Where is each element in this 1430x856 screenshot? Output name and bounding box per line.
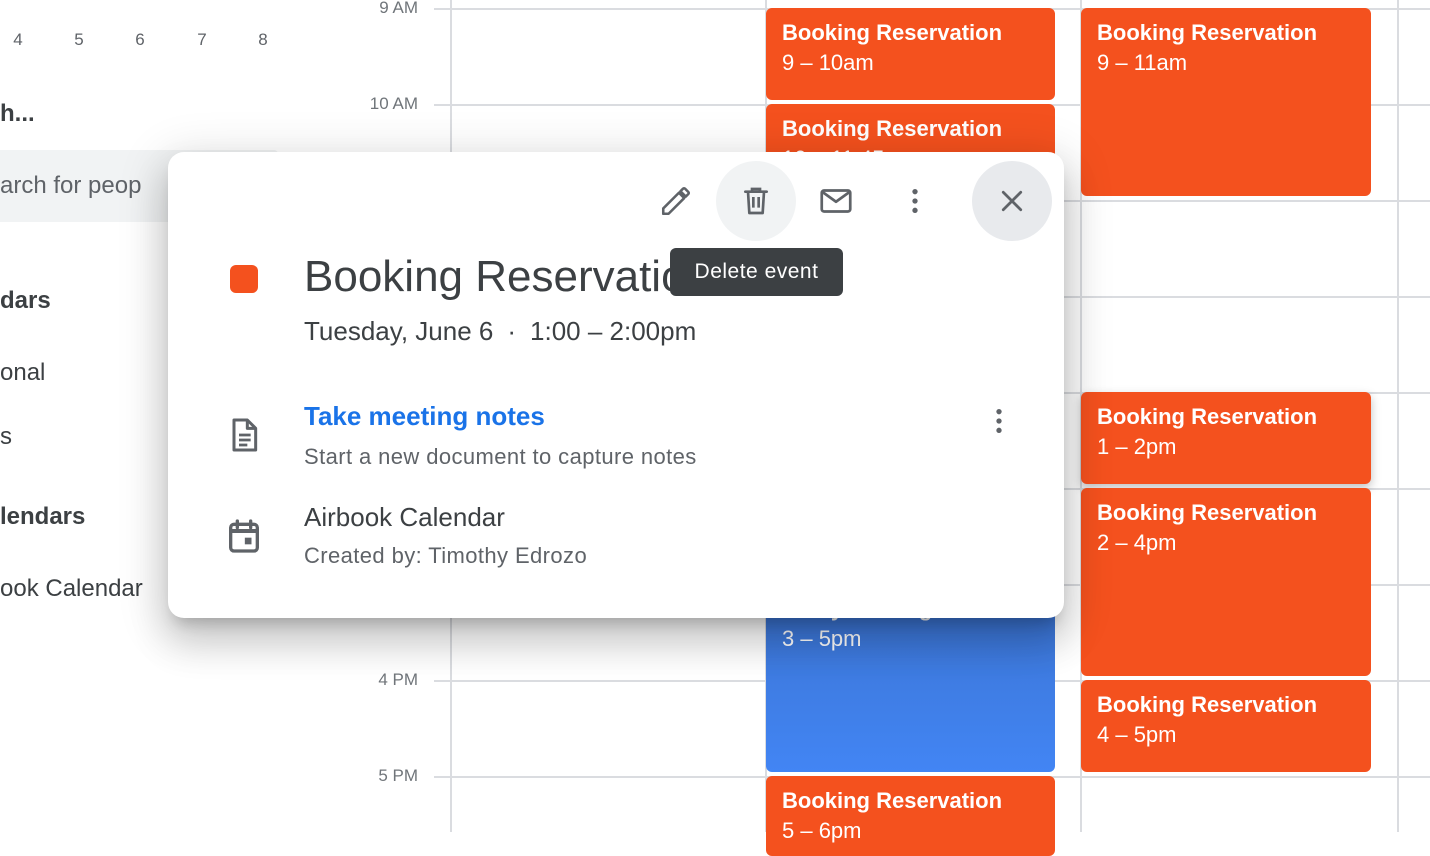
- event-title: Booking Reservation: [782, 788, 1003, 813]
- event-time-range: 1:00 – 2:00pm: [530, 316, 697, 346]
- edit-icon: [661, 186, 691, 216]
- other-calendars-heading[interactable]: lendars: [0, 503, 85, 531]
- my-calendars-heading[interactable]: dars: [0, 287, 51, 315]
- close-popup-button[interactable]: [972, 161, 1052, 241]
- time-label-5pm: 5 PM: [378, 766, 418, 785]
- event-title: Booking Reservation: [1097, 404, 1318, 429]
- mini-calendar-day[interactable]: 4: [6, 30, 30, 50]
- calendar-item-tasks[interactable]: s: [0, 423, 12, 451]
- day-column-divider: [1397, 0, 1399, 832]
- event-booking-reservation[interactable]: Booking Reservation 4 – 5pm: [1081, 680, 1371, 772]
- email-guests-button[interactable]: [796, 161, 876, 241]
- event-title: Booking Reservation: [1097, 692, 1318, 717]
- event-time: 5 – 6pm: [782, 818, 862, 843]
- event-booking-reservation-selected[interactable]: Booking Reservation 1 – 2pm: [1081, 392, 1371, 484]
- event-color-swatch: [230, 265, 258, 293]
- event-booking-reservation[interactable]: Booking Reservation 9 – 10am: [766, 8, 1055, 100]
- mini-calendar-day[interactable]: 6: [128, 30, 152, 50]
- event-title: Booking Reservation: [782, 116, 1003, 141]
- event-title: Booking Reservation: [1097, 20, 1318, 45]
- edit-event-button[interactable]: [636, 161, 716, 241]
- event-time: 4 – 5pm: [1097, 722, 1177, 747]
- notes-more-options-button[interactable]: [959, 381, 1039, 461]
- event-booking-reservation[interactable]: Booking Reservation 9 – 11am: [1081, 8, 1371, 196]
- mini-calendar-week-row: 4 5 6 7 8: [0, 30, 290, 54]
- event-booking-reservation[interactable]: Booking Reservation 2 – 4pm: [1081, 488, 1371, 676]
- time-label-4pm: 4 PM: [378, 670, 418, 689]
- calendar-item-airbook[interactable]: ook Calendar: [0, 575, 143, 603]
- event-creator: Created by: Timothy Edrozo: [304, 543, 588, 568]
- more-options-icon: [912, 189, 918, 213]
- more-options-button[interactable]: [875, 161, 955, 241]
- event-time: 2 – 4pm: [1097, 530, 1177, 555]
- meeting-notes-description: Start a new document to capture notes: [304, 444, 697, 469]
- event-date: Tuesday, June 6: [304, 316, 494, 346]
- event-time: 9 – 11am: [1097, 50, 1188, 75]
- close-icon: [1001, 190, 1023, 212]
- event-title-heading: Booking Reservation: [304, 252, 674, 301]
- meet-with-heading: h...: [0, 100, 35, 127]
- delete-icon: [744, 187, 768, 215]
- event-time: 3 – 5pm: [782, 626, 862, 651]
- event-details-popup: Booking Reservation Tuesday, June 6 · 1:00…: [168, 152, 1064, 618]
- calendar-item-personal[interactable]: onal: [0, 359, 45, 387]
- document-icon: [232, 418, 258, 452]
- mini-calendar-day[interactable]: 8: [251, 30, 275, 50]
- event-title: Booking Reservation: [782, 20, 1003, 45]
- time-label-9am: 9 AM: [379, 0, 418, 17]
- delete-event-tooltip: Delete event: [670, 248, 843, 296]
- date-time-separator: ·: [507, 316, 517, 346]
- calendar-icon: [229, 519, 259, 553]
- email-icon: [820, 189, 852, 213]
- delete-event-button[interactable]: [716, 161, 796, 241]
- take-meeting-notes-link[interactable]: Take meeting notes: [304, 401, 545, 432]
- event-date-time: Tuesday, June 6 · 1:00 – 2:00pm: [304, 316, 696, 347]
- event-time: 1 – 2pm: [1097, 434, 1177, 459]
- mini-calendar-day[interactable]: 7: [190, 30, 214, 50]
- event-title: Booking Reservation: [1097, 500, 1318, 525]
- mini-calendar-day[interactable]: 5: [67, 30, 91, 50]
- event-booking-reservation[interactable]: Booking Reservation 5 – 6pm: [766, 776, 1055, 856]
- event-time: 9 – 10am: [782, 50, 874, 75]
- more-options-icon: [996, 409, 1002, 433]
- calendar-name: Airbook Calendar: [304, 502, 505, 532]
- time-label-10am: 10 AM: [369, 94, 418, 113]
